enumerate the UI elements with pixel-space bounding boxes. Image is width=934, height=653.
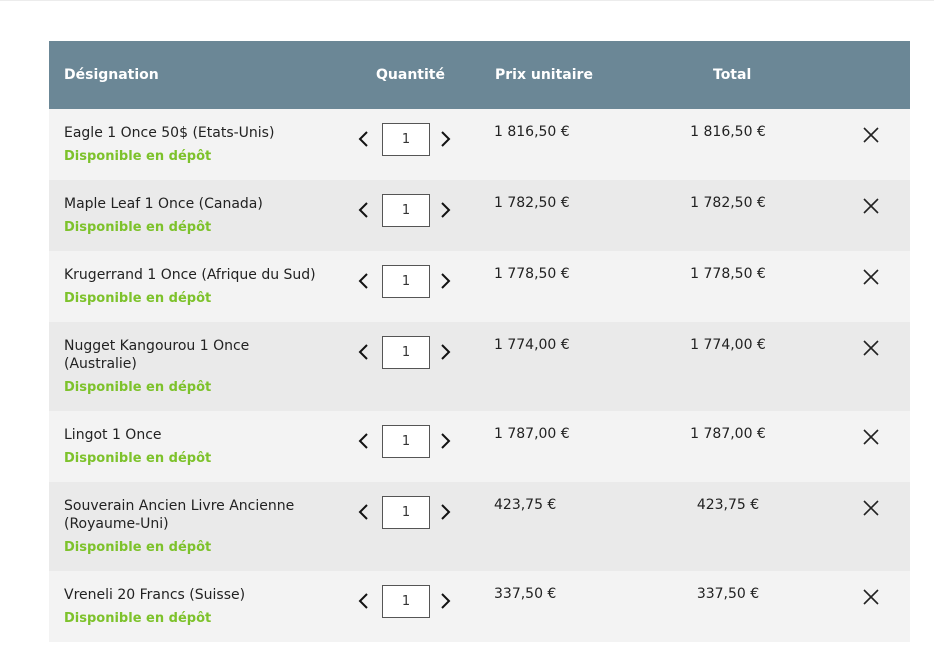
chevron-left-icon xyxy=(358,344,368,360)
chevron-right-icon xyxy=(441,593,451,609)
decrease-quantity-button[interactable] xyxy=(357,271,371,291)
chevron-left-icon xyxy=(358,504,368,520)
top-divider xyxy=(0,0,934,1)
line-total: 423,75 € xyxy=(696,497,760,513)
line-total: 1 782,50 € xyxy=(690,195,766,211)
chevron-left-icon xyxy=(358,593,368,609)
cart-row: Lingot 1 Once Disponible en dépôt 1 787,… xyxy=(49,411,910,482)
quantity-input[interactable] xyxy=(382,336,430,369)
quantity-input[interactable] xyxy=(382,425,430,458)
close-icon xyxy=(863,198,879,214)
header-designation: Désignation xyxy=(64,67,159,83)
line-total: 1 816,50 € xyxy=(690,124,766,140)
remove-item-button[interactable] xyxy=(862,499,880,517)
chevron-left-icon xyxy=(358,273,368,289)
remove-item-button[interactable] xyxy=(862,588,880,606)
decrease-quantity-button[interactable] xyxy=(357,591,371,611)
chevron-right-icon xyxy=(441,273,451,289)
close-icon xyxy=(863,429,879,445)
unit-price: 1 774,00 € xyxy=(494,337,570,353)
line-total: 337,50 € xyxy=(696,586,760,602)
increase-quantity-button[interactable] xyxy=(438,502,452,522)
unit-price: 1 782,50 € xyxy=(494,195,570,211)
availability-status: Disponible en dépôt xyxy=(64,149,212,164)
chevron-right-icon xyxy=(441,433,451,449)
unit-price: 1 778,50 € xyxy=(494,266,570,282)
cart-row: Eagle 1 Once 50$ (Etats-Unis) Disponible… xyxy=(49,109,910,180)
remove-item-button[interactable] xyxy=(862,268,880,286)
quantity-input[interactable] xyxy=(382,585,430,618)
cart-row: Nugget Kangourou 1 Once (Australie) Disp… xyxy=(49,322,910,411)
cart-table-header: Désignation Quantité Prix unitaire Total xyxy=(49,41,910,109)
line-total: 1 778,50 € xyxy=(690,266,766,282)
quantity-input[interactable] xyxy=(382,194,430,227)
close-icon xyxy=(863,127,879,143)
decrease-quantity-button[interactable] xyxy=(357,129,371,149)
increase-quantity-button[interactable] xyxy=(438,200,452,220)
chevron-left-icon xyxy=(358,131,368,147)
increase-quantity-button[interactable] xyxy=(438,271,452,291)
availability-status: Disponible en dépôt xyxy=(64,611,212,626)
product-name[interactable]: Krugerrand 1 Once (Afrique du Sud) xyxy=(64,266,334,284)
quantity-input[interactable] xyxy=(382,265,430,298)
availability-status: Disponible en dépôt xyxy=(64,451,212,466)
product-name[interactable]: Eagle 1 Once 50$ (Etats-Unis) xyxy=(64,124,334,142)
close-icon xyxy=(863,340,879,356)
chevron-left-icon xyxy=(358,433,368,449)
increase-quantity-button[interactable] xyxy=(438,431,452,451)
header-total: Total xyxy=(713,67,752,83)
decrease-quantity-button[interactable] xyxy=(357,342,371,362)
unit-price: 1 816,50 € xyxy=(494,124,570,140)
increase-quantity-button[interactable] xyxy=(438,342,452,362)
chevron-right-icon xyxy=(441,504,451,520)
product-name[interactable]: Souverain Ancien Livre Ancienne (Royaume… xyxy=(64,497,334,533)
availability-status: Disponible en dépôt xyxy=(64,380,212,395)
remove-item-button[interactable] xyxy=(862,428,880,446)
quantity-input[interactable] xyxy=(382,123,430,156)
remove-item-button[interactable] xyxy=(862,339,880,357)
line-total: 1 787,00 € xyxy=(690,426,766,442)
availability-status: Disponible en dépôt xyxy=(64,291,212,306)
header-quantite: Quantité xyxy=(376,67,445,83)
chevron-left-icon xyxy=(358,202,368,218)
close-icon xyxy=(863,500,879,516)
chevron-right-icon xyxy=(441,344,451,360)
increase-quantity-button[interactable] xyxy=(438,129,452,149)
product-name[interactable]: Lingot 1 Once xyxy=(64,426,334,444)
decrease-quantity-button[interactable] xyxy=(357,431,371,451)
cart-row: Souverain Ancien Livre Ancienne (Royaume… xyxy=(49,482,910,571)
cart-row: Krugerrand 1 Once (Afrique du Sud) Dispo… xyxy=(49,251,910,322)
product-name[interactable]: Maple Leaf 1 Once (Canada) xyxy=(64,195,334,213)
chevron-right-icon xyxy=(441,131,451,147)
decrease-quantity-button[interactable] xyxy=(357,200,371,220)
decrease-quantity-button[interactable] xyxy=(357,502,371,522)
chevron-right-icon xyxy=(441,202,451,218)
remove-item-button[interactable] xyxy=(862,197,880,215)
cart-row: Maple Leaf 1 Once (Canada) Disponible en… xyxy=(49,180,910,251)
remove-item-button[interactable] xyxy=(862,126,880,144)
close-icon xyxy=(863,589,879,605)
increase-quantity-button[interactable] xyxy=(438,591,452,611)
header-prix-unitaire: Prix unitaire xyxy=(495,67,593,83)
product-name[interactable]: Nugget Kangourou 1 Once (Australie) xyxy=(64,337,274,373)
unit-price: 423,75 € xyxy=(494,497,557,513)
line-total: 1 774,00 € xyxy=(690,337,766,353)
product-name[interactable]: Vreneli 20 Francs (Suisse) xyxy=(64,586,334,604)
close-icon xyxy=(863,269,879,285)
quantity-input[interactable] xyxy=(382,496,430,529)
availability-status: Disponible en dépôt xyxy=(64,540,212,555)
cart-row: Vreneli 20 Francs (Suisse) Disponible en… xyxy=(49,571,910,642)
cart-table: Désignation Quantité Prix unitaire Total… xyxy=(49,41,910,642)
availability-status: Disponible en dépôt xyxy=(64,220,212,235)
unit-price: 1 787,00 € xyxy=(494,426,570,442)
unit-price: 337,50 € xyxy=(494,586,557,602)
